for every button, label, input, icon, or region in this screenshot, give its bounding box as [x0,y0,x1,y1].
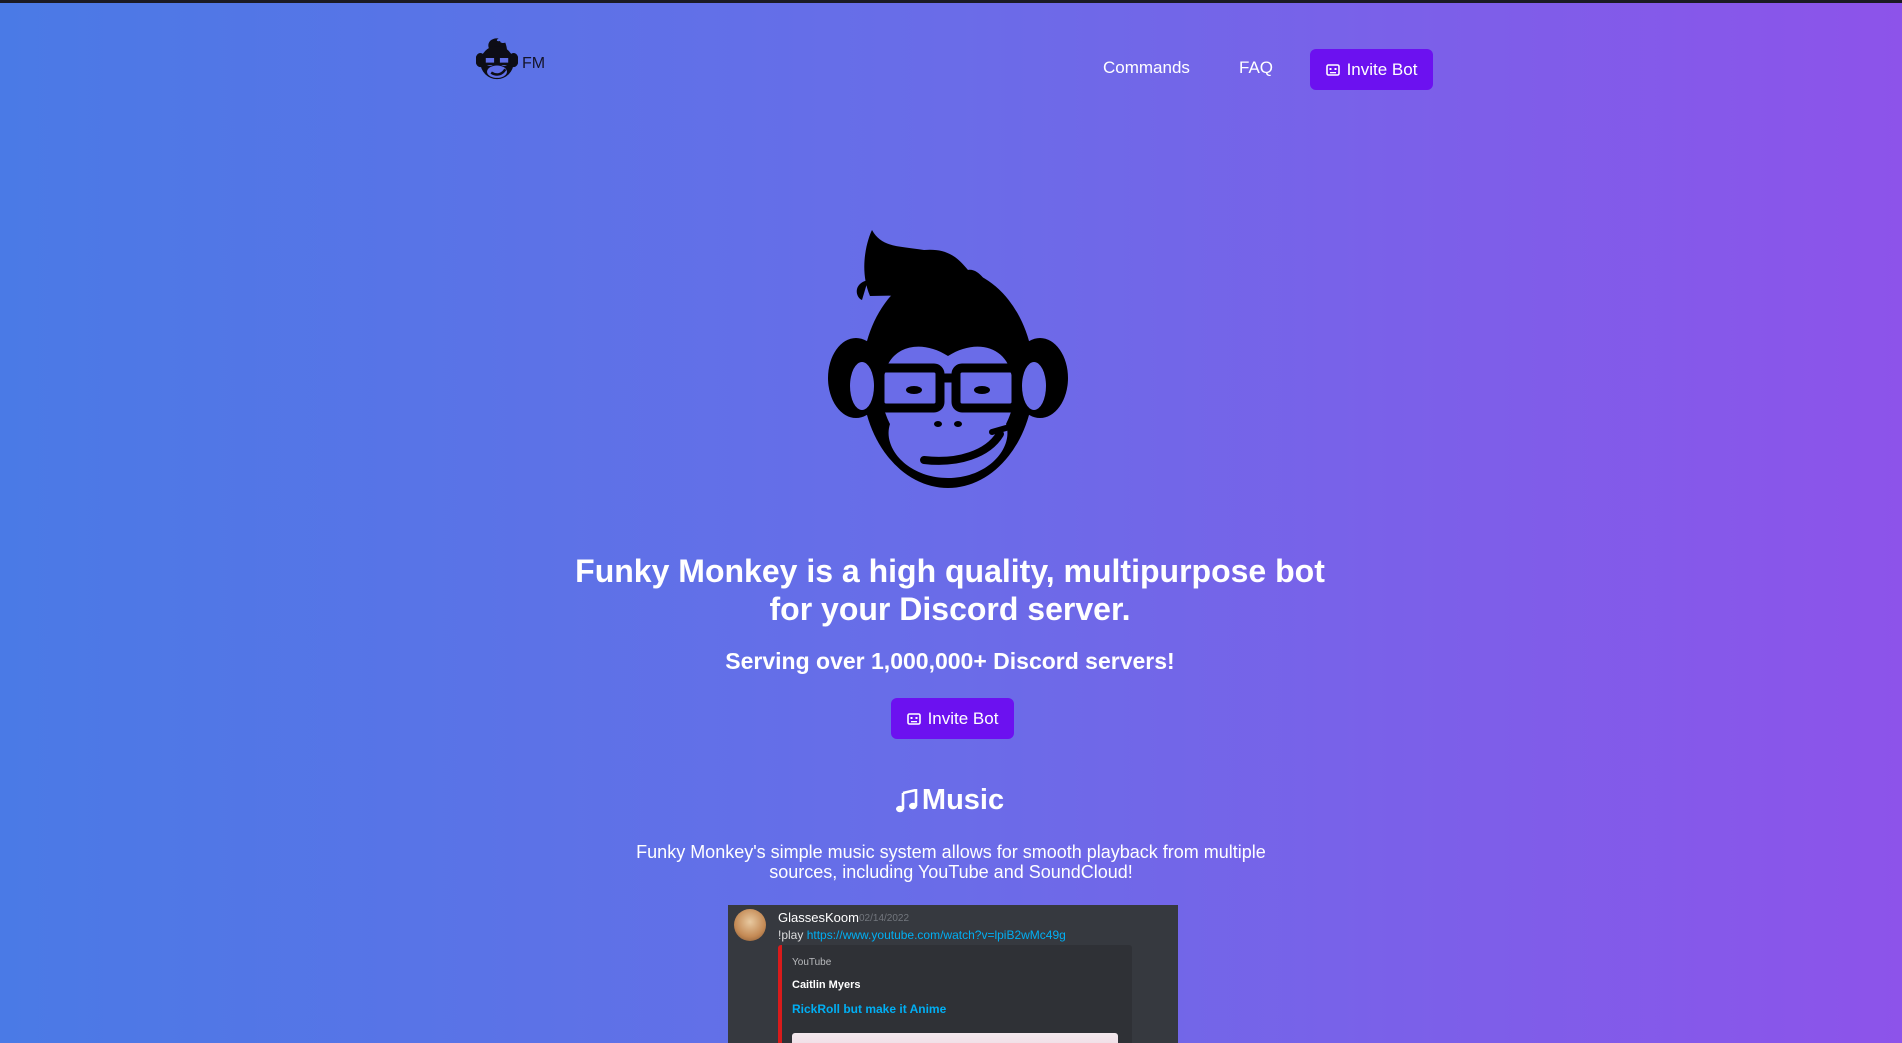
discord-preview: GlassesKoom 02/14/2022 !play https://www… [728,905,1178,1043]
music-title-text: Music [921,784,1005,816]
embed-provider: YouTube [792,957,832,968]
robot-icon [1325,63,1340,76]
nav-commands-link[interactable]: Commands [1103,58,1190,78]
logo-text: FM [522,55,546,72]
music-section-title: Music [700,784,1200,817]
message-link[interactable]: https://www.youtube.com/watch?v=lpiB2wMc… [807,928,1066,942]
embed-author: Caitlin Myers [792,979,861,991]
message-username: GlassesKoom [778,910,859,925]
youtube-embed: YouTube Caitlin Myers RickRoll but make … [778,945,1132,1043]
music-description: Funky Monkey's simple music system allow… [636,842,1266,882]
hero-invite-bot-label: Invite Bot [927,708,999,728]
monkey-logo-icon [476,38,518,80]
top-border [0,0,1902,3]
nav-faq-link[interactable]: FAQ [1239,58,1273,78]
message-timestamp: 02/14/2022 [859,913,910,924]
hero-subheadline: Serving over 1,000,000+ Discord servers! [725,648,1175,674]
robot-icon [906,712,921,725]
header-invite-bot-label: Invite Bot [1346,59,1418,79]
hero-headline: Funky Monkey is a high quality, multipur… [575,553,1325,627]
message-command: !play [778,928,804,942]
embed-video-title[interactable]: RickRoll but make it Anime [792,1002,946,1016]
site-logo[interactable]: FM [476,36,545,80]
funky-monkey-mascot-icon [828,230,1068,488]
avatar [734,909,766,941]
embed-thumbnail[interactable] [792,1033,1118,1043]
hero-invite-bot-button[interactable]: Invite Bot [891,698,1014,739]
message-text: !play https://www.youtube.com/watch?v=lp… [778,928,1066,942]
header-invite-bot-button[interactable]: Invite Bot [1310,49,1433,90]
music-note-icon [895,788,918,812]
